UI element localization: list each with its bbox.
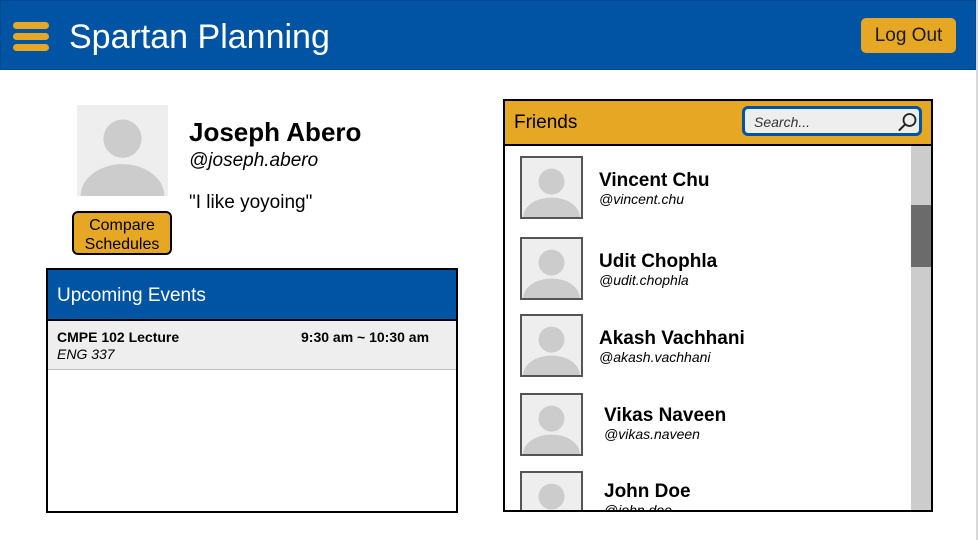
- events-panel-title: Upcoming Events: [48, 270, 456, 321]
- search-icon[interactable]: [898, 112, 918, 132]
- event-title: CMPE 102 Lecture: [57, 329, 180, 345]
- friend-handle: @vincent.chu: [599, 191, 685, 207]
- profile-bio: "I like yoyoing": [189, 192, 313, 213]
- friend-avatar-icon[interactable]: [520, 471, 583, 510]
- profile-name: Joseph Abero: [189, 117, 362, 147]
- friends-panel-header: Friends: [505, 101, 931, 146]
- user-avatar-icon: [77, 105, 168, 196]
- friend-avatar-icon[interactable]: [520, 314, 583, 377]
- compare-schedules-button[interactable]: Compare Schedules: [72, 211, 172, 255]
- friends-list: Vincent Chu @vincent.chu Udit Chophla @u…: [505, 146, 911, 510]
- friend-handle: @john.doe: [604, 502, 672, 510]
- friend-avatar-icon[interactable]: [520, 393, 583, 456]
- friend-avatar-icon[interactable]: [520, 237, 583, 300]
- event-location: ENG 337: [57, 346, 115, 362]
- compare-label-line1: Compare: [89, 217, 155, 234]
- friends-panel: Friends Vincent Chu @vincent.chu Udit Ch…: [503, 99, 933, 512]
- friend-name[interactable]: John Doe: [604, 481, 691, 503]
- friend-handle: @udit.chophla: [599, 272, 689, 288]
- scrollbar-thumb[interactable]: [911, 205, 931, 267]
- hamburger-menu-icon[interactable]: [13, 22, 49, 52]
- friends-panel-title: Friends: [514, 112, 578, 133]
- event-row[interactable]: CMPE 102 Lecture ENG 337 9:30 am ~ 10:30…: [48, 321, 456, 370]
- logout-button[interactable]: Log Out: [861, 18, 956, 53]
- friend-name[interactable]: Akash Vachhani: [599, 328, 745, 350]
- friend-name[interactable]: Udit Chophla: [599, 251, 717, 273]
- compare-label-line2: Schedules: [84, 236, 160, 253]
- friends-scrollbar[interactable]: [911, 146, 931, 510]
- friend-avatar-icon[interactable]: [520, 156, 583, 219]
- friend-handle: @akash.vachhani: [599, 349, 711, 365]
- profile-handle: @joseph.abero: [189, 150, 319, 171]
- app-title: Spartan Planning: [69, 18, 330, 56]
- friend-handle: @vikas.naveen: [604, 426, 700, 442]
- friend-search-box[interactable]: [742, 106, 922, 136]
- event-time: 9:30 am ~ 10:30 am: [301, 329, 430, 345]
- top-nav-bar: Spartan Planning Log Out: [0, 0, 976, 70]
- friend-name[interactable]: Vikas Naveen: [604, 405, 726, 427]
- friend-name[interactable]: Vincent Chu: [599, 170, 710, 192]
- upcoming-events-panel: Upcoming Events CMPE 102 Lecture ENG 337…: [46, 268, 458, 513]
- friend-search-input[interactable]: [754, 113, 884, 131]
